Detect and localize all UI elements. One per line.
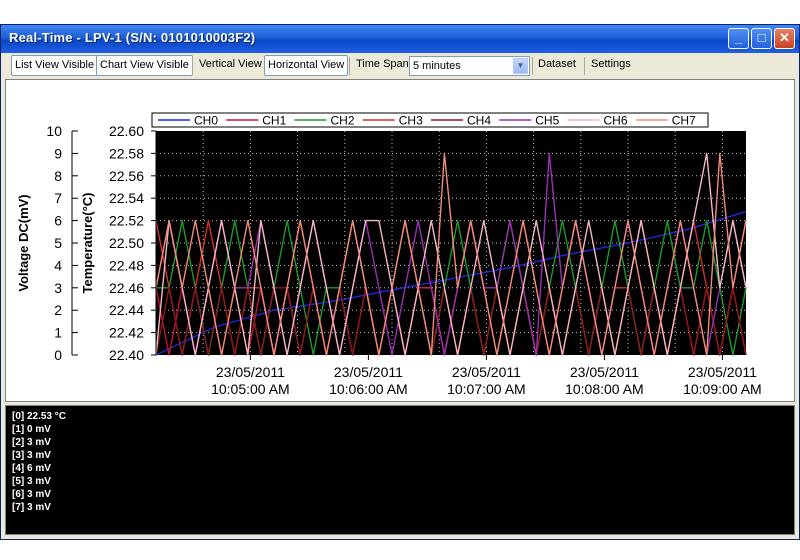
time-tick-time: 10:05:00 AM <box>211 381 290 397</box>
time-span-select[interactable]: 5 minutes ▼ <box>409 56 530 76</box>
legend-label: CH0 <box>194 114 218 128</box>
voltage-tick-label: 1 <box>54 325 62 341</box>
voltage-tick-label: 2 <box>54 302 62 318</box>
legend-label: CH3 <box>399 114 423 128</box>
reading-line: [1] 0 mV <box>12 424 51 435</box>
reading-line: [6] 3 mV <box>12 489 51 500</box>
dataset-button[interactable]: Dataset <box>535 55 579 76</box>
voltage-tick-label: 6 <box>54 213 62 229</box>
voltage-tick-label: 7 <box>54 190 62 206</box>
temperature-tick-label: 22.56 <box>109 168 144 184</box>
time-span-value: 5 minutes <box>413 60 461 72</box>
legend-label: CH1 <box>262 114 286 128</box>
time-tick-date: 23/05/2011 <box>216 364 285 380</box>
legend-label: CH7 <box>672 114 696 128</box>
chevron-down-icon[interactable]: ▼ <box>513 58 528 74</box>
voltage-tick-label: 9 <box>54 145 62 161</box>
vertical-view-button[interactable]: Vertical View <box>196 55 265 76</box>
time-tick-date: 23/05/2011 <box>452 364 521 380</box>
realtime-chart: 0 1 2 3 4 5 6 7 8 9 10 Voltage DC(mV) 22.40 22.42 22.4… <box>16 112 762 397</box>
reading-line: [0] 22.53 °C <box>12 411 67 422</box>
temperature-axis-label: Temperature(°C) <box>80 192 95 293</box>
time-tick-time: 10:06:00 AM <box>329 381 408 397</box>
temperature-tick-label: 22.44 <box>109 302 144 318</box>
temperature-tick-label: 22.60 <box>109 123 144 139</box>
legend-label: CH5 <box>535 114 559 128</box>
temperature-tick-label: 22.58 <box>109 145 144 161</box>
chart-view-visible-button[interactable]: Chart View Visible <box>96 55 193 76</box>
readings-panel: [0] 22.53 °C [1] 0 mV [2] 3 mV [3] 3 mV [4] … <box>5 405 795 535</box>
temperature-tick-label: 22.52 <box>109 213 144 229</box>
voltage-tick-label: 5 <box>54 235 62 251</box>
time-tick-date: 23/05/2011 <box>570 364 639 380</box>
readings-list: [0] 22.53 °C [1] 0 mV [2] 3 mV [3] 3 mV [4] … <box>12 410 788 514</box>
temperature-tick-label: 22.48 <box>109 257 144 273</box>
reading-line: [2] 3 mV <box>12 437 51 448</box>
maximize-button[interactable]: □ <box>751 28 772 49</box>
legend-label: CH2 <box>331 114 355 128</box>
reading-line: [7] 3 mV <box>12 502 51 513</box>
toolbar: List View Visible Chart View Visible Ver… <box>5 55 795 77</box>
time-tick-time: 10:08:00 AM <box>565 381 644 397</box>
chart-panel: 0 1 2 3 4 5 6 7 8 9 10 Voltage DC(mV) 22.40 22.42 22.4… <box>5 79 795 402</box>
temperature-tick-label: 22.40 <box>109 347 144 363</box>
window-title: Real-Time - LPV-1 (S/N: 0101010003F2) <box>9 30 256 45</box>
voltage-axis-label: Voltage DC(mV) <box>16 194 31 291</box>
title-bar[interactable]: Real-Time - LPV-1 (S/N: 0101010003F2) _ … <box>1 25 799 53</box>
reading-line: [5] 3 mV <box>12 476 51 487</box>
temperature-tick-label: 22.42 <box>109 325 144 341</box>
toolbar-separator <box>192 57 193 75</box>
time-tick-date: 23/05/2011 <box>334 364 403 380</box>
temperature-tick-label: 22.54 <box>109 190 144 206</box>
voltage-tick-label: 3 <box>54 280 62 296</box>
time-tick-date: 23/05/2011 <box>688 364 757 380</box>
temperature-tick-label: 22.50 <box>109 235 144 251</box>
toolbar-separator <box>349 57 350 75</box>
time-tick-time: 10:09:00 AM <box>683 381 762 397</box>
toolbar-separator <box>532 57 533 75</box>
close-button[interactable]: ✕ <box>774 28 795 49</box>
reading-line: [4] 6 mV <box>12 463 51 474</box>
realtime-window: Real-Time - LPV-1 (S/N: 0101010003F2) _ … <box>0 24 800 540</box>
voltage-tick-label: 10 <box>46 123 62 139</box>
time-span-label: Time Span <box>356 58 409 70</box>
temperature-tick-label: 22.46 <box>109 280 144 296</box>
settings-button[interactable]: Settings <box>588 55 634 76</box>
reading-line: [3] 3 mV <box>12 450 51 461</box>
time-tick-time: 10:07:00 AM <box>447 381 526 397</box>
minimize-button[interactable]: _ <box>728 28 749 49</box>
voltage-tick-label: 4 <box>54 257 62 273</box>
horizontal-view-button[interactable]: Horizontal View <box>264 55 349 76</box>
list-view-visible-button[interactable]: List View Visible <box>11 55 99 76</box>
legend-label: CH4 <box>467 114 491 128</box>
toolbar-separator <box>584 57 585 75</box>
voltage-tick-label: 0 <box>54 347 62 363</box>
voltage-tick-label: 8 <box>54 168 62 184</box>
legend-label: CH6 <box>604 114 628 128</box>
